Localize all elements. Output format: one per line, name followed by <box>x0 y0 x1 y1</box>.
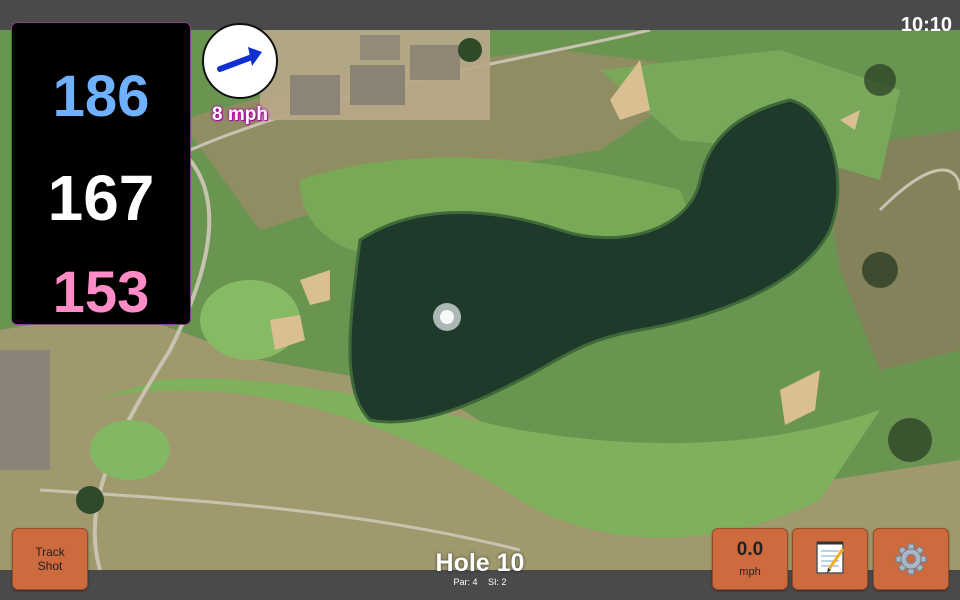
gear-icon <box>895 543 927 575</box>
distance-front: 153 <box>52 260 150 325</box>
hole-info: Par: 4 SI: 2 <box>380 577 580 587</box>
wind-indicator <box>202 23 278 99</box>
track-shot-button[interactable]: Track Shot <box>12 528 88 590</box>
wind-speed-label: 8 mph <box>212 104 268 125</box>
clock: 10:10 <box>900 14 952 36</box>
hole-title: Hole 10 <box>435 549 525 577</box>
notes-button[interactable] <box>792 528 868 590</box>
distance-panel: 186 167 153 <box>11 22 191 325</box>
wind-arrow-icon <box>217 47 262 72</box>
hole-stroke-index: SI: 2 <box>488 577 507 587</box>
distance-back: 186 <box>52 64 150 129</box>
speed-unit: mph <box>739 566 761 578</box>
track-label: Track <box>35 545 65 559</box>
notepad-icon <box>816 541 845 574</box>
shot-label: Shot <box>37 559 63 573</box>
speed-button[interactable]: 0.0 mph <box>712 528 788 590</box>
settings-button[interactable] <box>873 528 949 590</box>
speed-value: 0.0 <box>736 539 764 560</box>
hole-par: Par: 4 <box>453 577 478 587</box>
distance-middle: 167 <box>47 162 155 234</box>
